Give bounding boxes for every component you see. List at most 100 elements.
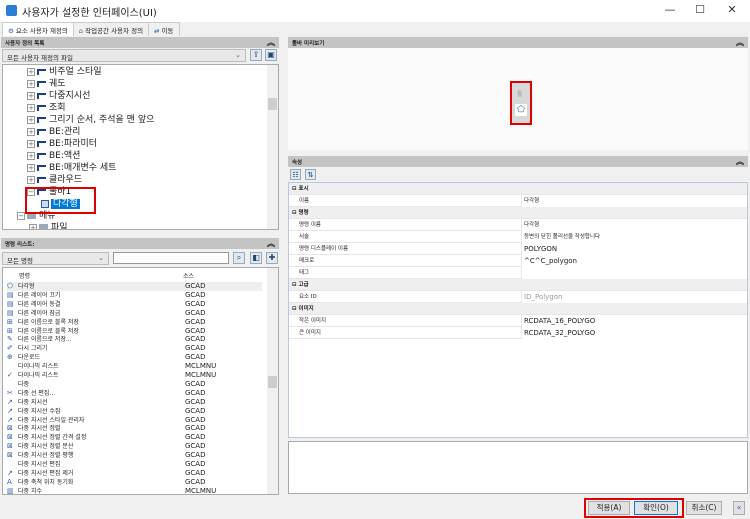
column-header-source[interactable]: 소스 (183, 271, 194, 280)
command-row[interactable]: ↗ 다중 지시선 편집 제거 GCAD (7, 469, 262, 478)
file-select-dropdown[interactable]: 모든 사용자 재정의 파일 ⌄ (2, 49, 246, 62)
ok-button[interactable]: 확인(O) (634, 501, 678, 515)
property-value[interactable]: RCDATA_16_POLYGO (521, 315, 747, 327)
property-row[interactable]: 이름 다각형 (289, 195, 747, 207)
command-row[interactable]: ▥ 다중 치수 MCLMNU (7, 487, 262, 494)
column-header-command[interactable]: 명령 (19, 271, 30, 280)
property-row[interactable]: 태그 (289, 267, 747, 279)
tree-item[interactable]: + 다중지시선 (27, 90, 90, 102)
command-row[interactable]: ✓ 다이나믹 리스트 MCLMNU (7, 371, 262, 380)
scroll-thumb[interactable] (268, 98, 277, 110)
command-search-input[interactable] (113, 252, 229, 264)
command-row[interactable]: ✐ 다시 그리기 GCAD (7, 344, 262, 353)
property-row[interactable]: 서술 등변의 닫힌 폴리선을 작성합니다 (289, 231, 747, 243)
expand-toggle[interactable]: + (27, 103, 35, 112)
filter-button[interactable]: ◧ (250, 252, 262, 264)
command-row[interactable]: ↗ 다중 지시선 스타일 관리자 GCAD (7, 416, 262, 425)
property-row[interactable]: 매크로 ^C^C_polygon (289, 255, 747, 267)
expand-toggle[interactable]: + (27, 163, 35, 172)
command-row[interactable]: 다중 GCAD (7, 380, 262, 389)
collapse-icon[interactable]: ︽ (267, 238, 275, 249)
tree-item[interactable]: + BE:파라미터 (27, 138, 97, 150)
property-value[interactable] (521, 267, 747, 279)
command-row[interactable]: ↗ 다중 지시선 수집 GCAD (7, 407, 262, 416)
property-value[interactable]: POLYGON (521, 243, 747, 255)
maximize-button[interactable]: ☐ (690, 3, 710, 16)
property-value[interactable]: RCDATA_32_POLYGO (521, 327, 747, 339)
property-row[interactable]: 작은 이미지 RCDATA_16_POLYGO (289, 315, 747, 327)
property-value[interactable]: 다각형 (521, 219, 747, 231)
command-row[interactable]: ⊠ 다중 지시선 정렬 분산 GCAD (7, 442, 262, 451)
minimize-button[interactable]: — (660, 3, 680, 16)
search-button[interactable]: ⌕ (233, 252, 245, 264)
apply-button[interactable]: 적용(A) (588, 501, 630, 515)
cancel-button[interactable]: 취소(C) (686, 501, 722, 515)
command-row[interactable]: ▤ 다른 레이어 동결 GCAD (7, 300, 262, 309)
collapse-button[interactable]: « (733, 501, 745, 515)
toolbar-grip[interactable]: 툴 (517, 89, 523, 98)
command-row[interactable]: 다이나믹 리스트 MCLMNU (7, 362, 262, 371)
command-row[interactable]: ⊠ 다중 지시선 정렬 간격 설정 GCAD (7, 433, 262, 442)
close-button[interactable]: ✕ (722, 3, 742, 16)
expand-toggle[interactable]: + (27, 151, 35, 160)
property-row[interactable]: 큰 이미지 RCDATA_32_POLYGO (289, 327, 747, 339)
tree-item[interactable]: + 궤도 (27, 78, 66, 90)
property-value[interactable]: 다각형 (521, 195, 747, 207)
command-row[interactable]: ⊠ 다중 지시선 정렬 GCAD (7, 424, 262, 433)
tree-item[interactable]: + 클라우드 (27, 174, 82, 186)
property-value[interactable]: 등변의 닫힌 폴리선을 작성합니다 (521, 231, 747, 243)
categorized-view-button[interactable]: ☷ (290, 169, 301, 180)
property-value[interactable]: ID_Polygon (521, 291, 747, 303)
command-row[interactable]: ✂ 다중 선 편집... GCAD (7, 389, 262, 398)
property-category[interactable]: ⊟ 명령 (289, 207, 747, 219)
tree-item[interactable]: + 그리기 순서, 주석을 맨 앞으 (27, 114, 154, 126)
expand-toggle[interactable]: + (27, 79, 35, 88)
property-category[interactable]: ⊟ 표시 (289, 183, 747, 195)
command-filter-dropdown[interactable]: 모든 명령 ⌄ (2, 252, 109, 265)
tab-customize-elements[interactable]: ⚙ 요소 사용자 재정의 (2, 22, 74, 36)
collapse-icon[interactable]: ︽ (736, 37, 744, 48)
command-row[interactable]: ↗ 다중 지시선 GCAD (7, 398, 262, 407)
tree-scrollbar[interactable] (267, 65, 278, 229)
command-row[interactable]: ▤ 다른 레이어 끄기 GCAD (7, 291, 262, 300)
tab-customize-workspace[interactable]: ⌂ 작업공간 사용자 정의 (72, 22, 150, 36)
property-category[interactable]: ⊟ 이미지 (289, 303, 747, 315)
command-row[interactable]: ⊕ 다운로드 GCAD (7, 353, 262, 362)
collapse-toggle[interactable]: + (29, 223, 37, 229)
tab-transfer[interactable]: ⇄ 이동 (148, 22, 180, 36)
property-category[interactable]: ⊟ 고급 (289, 279, 747, 291)
command-row[interactable]: ⊠ 다중 지시선 정렬 평행 GCAD (7, 451, 262, 460)
tree-item[interactable]: + 비주얼 스타일 (27, 66, 102, 78)
save-button[interactable]: ▣ (265, 49, 277, 61)
collapse-icon[interactable]: ︽ (736, 156, 744, 167)
command-row[interactable]: 다중 지시선 편집 GCAD (7, 460, 262, 469)
expand-toggle[interactable]: + (27, 139, 35, 148)
command-row[interactable]: ✎ 다른 이름으로 저장... GCAD (7, 335, 262, 344)
open-file-button[interactable]: ⇪ (250, 49, 262, 61)
polygon-icon[interactable]: ⬠ (515, 104, 527, 116)
property-row[interactable]: 명령 이름 다각형 (289, 219, 747, 231)
tree-item[interactable]: + BE:관리 (27, 126, 80, 138)
command-row[interactable]: A 다중 축척 위치 동기화 GCAD (7, 478, 262, 487)
property-value[interactable]: ^C^C_polygon (521, 255, 747, 267)
expand-toggle[interactable]: + (27, 115, 35, 124)
collapse-icon[interactable]: ︽ (267, 37, 275, 48)
command-scrollbar[interactable] (267, 268, 278, 494)
expand-toggle[interactable]: + (27, 127, 35, 136)
command-row[interactable]: ▤ 다른 레이어 잠금 GCAD (7, 309, 262, 318)
command-row[interactable]: ⊞ 다른 이름으로 블록 저장 GCAD (7, 327, 262, 336)
tree-item[interactable]: + 파일 (29, 222, 68, 229)
sort-alphabetical-button[interactable]: ⇅ (305, 169, 316, 180)
new-command-button[interactable]: ✚ (266, 252, 278, 264)
expand-toggle[interactable]: + (27, 91, 35, 100)
command-row[interactable]: ⬠ 다각형 GCAD (7, 282, 262, 291)
property-row[interactable]: 명령 디스플레이 이름 POLYGON (289, 243, 747, 255)
expand-toggle[interactable]: + (27, 175, 35, 184)
tree-item[interactable]: + BE:매개변수 세트 (27, 162, 116, 174)
expand-toggle[interactable]: + (27, 67, 35, 76)
command-row[interactable]: ⊞ 다른 이름으로 블록 저장 GCAD (7, 318, 262, 327)
property-row[interactable]: 요소 ID ID_Polygon (289, 291, 747, 303)
collapse-toggle[interactable]: − (17, 211, 25, 220)
scroll-thumb[interactable] (268, 376, 277, 388)
tree-item[interactable]: + BE:액션 (27, 150, 80, 162)
